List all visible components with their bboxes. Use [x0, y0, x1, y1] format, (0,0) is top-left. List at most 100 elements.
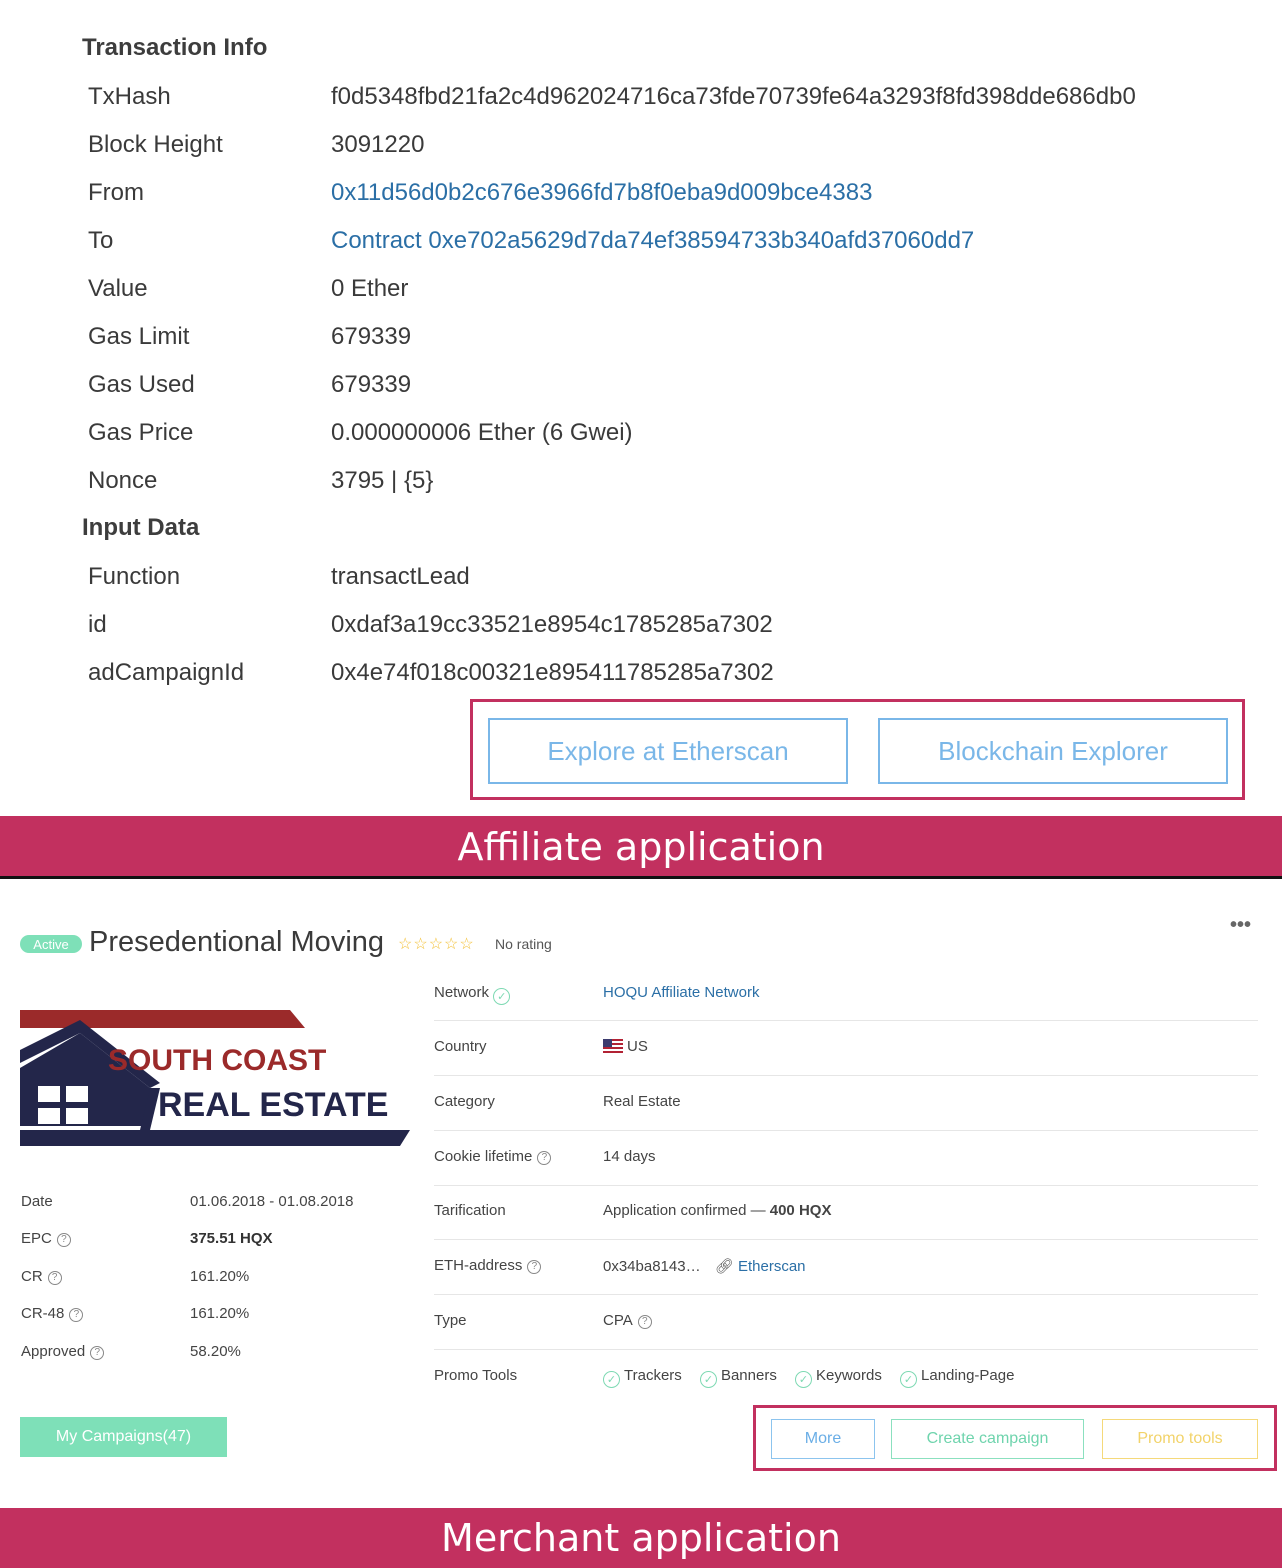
- cookie-value: 14 days: [603, 1148, 656, 1165]
- promo-tool-keywords: ✓ Keywords: [795, 1367, 882, 1388]
- etherscan-link[interactable]: Etherscan: [738, 1258, 806, 1275]
- category-value: Real Estate: [603, 1093, 681, 1110]
- input-row-id: id 0xdaf3a19cc33521e8954c1785285a7302: [0, 611, 1282, 659]
- merchant-application-banner: Merchant application: [0, 1508, 1282, 1568]
- check-icon: ✓: [699, 1371, 717, 1388]
- us-flag-icon: [603, 1039, 623, 1053]
- tx-label: Nonce: [88, 467, 158, 494]
- tx-value: 0 Ether: [331, 275, 409, 302]
- verified-check-icon: ✓: [493, 988, 511, 1005]
- create-campaign-button[interactable]: Create campaign: [891, 1419, 1084, 1459]
- tx-value: 0xdaf3a19cc33521e8954c1785285a7302: [331, 611, 773, 638]
- tx-value: 0.000000006 Ether (6 Gwei): [331, 419, 633, 446]
- help-icon[interactable]: ?: [56, 1232, 71, 1247]
- prop-row-eth-address: ETH-address? 0x34ba8143… 🔗︎ Etherscan: [434, 1257, 1258, 1295]
- eth-address-value: 0x34ba8143…: [603, 1258, 701, 1275]
- tx-label: From: [88, 179, 144, 206]
- tx-row-block-height: Block Height 3091220: [0, 131, 1282, 179]
- prop-label: Promo Tools: [434, 1367, 518, 1384]
- check-icon: ✓: [603, 1371, 620, 1388]
- rating-text: No rating: [495, 936, 552, 952]
- help-icon[interactable]: ?: [637, 1314, 652, 1329]
- network-link[interactable]: HOQU Affiliate Network: [603, 984, 759, 1001]
- tx-label: Gas Limit: [88, 323, 190, 350]
- stat-label: CR: [21, 1268, 43, 1285]
- tx-label: To: [88, 227, 114, 254]
- affiliate-application-banner: Affiliate application: [0, 816, 1282, 878]
- tarif-text: Application confirmed —: [603, 1202, 770, 1219]
- explorer-buttons-highlight: Explore at Etherscan Blockchain Explorer: [470, 699, 1245, 800]
- stat-value: 161.20%: [190, 1268, 250, 1285]
- prop-label: ETH-address: [434, 1257, 523, 1274]
- stat-row-epc: EPC? 375.51 HQX: [0, 1230, 420, 1254]
- input-data-heading: Input Data: [82, 514, 200, 541]
- status-badge: Active: [20, 935, 82, 953]
- country-value: US: [627, 1038, 648, 1055]
- promo-tool-trackers: ✓ Trackers: [603, 1367, 682, 1388]
- company-logo: SOUTH COAST REAL ESTATE: [20, 1008, 410, 1148]
- stat-row-approved: Approved? 58.20%: [0, 1343, 420, 1367]
- logo-line1: SOUTH COAST: [108, 1044, 326, 1077]
- prop-label: Type: [434, 1312, 467, 1329]
- input-row-function: Function transactLead: [0, 563, 1282, 611]
- tx-value: 679339: [331, 323, 412, 350]
- prop-row-tarification: Tarification Application confirmed — 400…: [434, 1202, 1258, 1240]
- section-divider: [0, 876, 1282, 879]
- prop-row-cookie: Cookie lifetime? 14 days: [434, 1148, 1258, 1186]
- link-icon: 🔗︎: [714, 1258, 734, 1275]
- stat-row-cr48: CR-48? 161.20%: [0, 1305, 420, 1329]
- blockchain-explorer-button[interactable]: Blockchain Explorer: [878, 718, 1228, 784]
- more-menu-icon[interactable]: •••: [1230, 914, 1251, 937]
- promo-tools-button[interactable]: Promo tools: [1102, 1419, 1258, 1459]
- to-contract-link[interactable]: Contract 0xe702a5629d7da74ef38594733b340…: [331, 227, 974, 255]
- tx-label: Gas Price: [88, 419, 194, 446]
- help-icon[interactable]: ?: [537, 1150, 552, 1165]
- help-icon[interactable]: ?: [47, 1270, 62, 1285]
- prop-label: Tarification: [434, 1202, 506, 1219]
- tx-label: id: [88, 611, 107, 638]
- help-icon[interactable]: ?: [90, 1345, 105, 1360]
- from-address-link[interactable]: 0x11d56d0b2c676e3966fd7b8f0eba9d009bce43…: [331, 179, 872, 207]
- prop-row-network: Network ✓ HOQU Affiliate Network: [434, 984, 1258, 1021]
- stat-label: Approved: [21, 1343, 86, 1360]
- merchant-buttons-highlight: More Create campaign Promo tools: [753, 1405, 1277, 1471]
- house-logo-icon: SOUTH COAST REAL ESTATE: [20, 1010, 410, 1146]
- tx-label: Block Height: [88, 131, 223, 158]
- promo-tool-banners: ✓ Banners: [699, 1367, 777, 1388]
- prop-row-category: Category Real Estate: [434, 1093, 1258, 1131]
- tx-row-gas-limit: Gas Limit 679339: [0, 323, 1282, 371]
- stat-label: CR-48: [21, 1305, 65, 1322]
- my-campaigns-button[interactable]: My Campaigns(47): [20, 1417, 227, 1457]
- tx-value: 3091220: [331, 131, 425, 158]
- tx-value: 679339: [331, 371, 412, 398]
- tx-label: adCampaignId: [88, 659, 245, 686]
- tx-row-gas-price: Gas Price 0.000000006 Ether (6 Gwei): [0, 419, 1282, 467]
- offer-title: Presedentional Moving: [89, 926, 385, 958]
- stat-value: 01.06.2018 - 01.08.2018: [190, 1193, 354, 1210]
- transaction-info-heading: Transaction Info: [82, 34, 268, 61]
- stat-label: Date: [21, 1193, 53, 1210]
- help-icon[interactable]: ?: [69, 1307, 84, 1322]
- stat-row-date: Date 01.06.2018 - 01.08.2018: [0, 1193, 420, 1217]
- logo-line2: REAL ESTATE: [158, 1086, 388, 1124]
- help-icon[interactable]: ?: [527, 1259, 542, 1274]
- prop-label: Cookie lifetime: [434, 1148, 533, 1165]
- tx-row-from: From 0x11d56d0b2c676e3966fd7b8f0eba9d009…: [0, 179, 1282, 227]
- prop-label: Network: [434, 984, 490, 1001]
- type-value: CPA: [603, 1312, 633, 1329]
- tx-row-value: Value 0 Ether: [0, 275, 1282, 323]
- tx-row-to: To Contract 0xe702a5629d7da74ef38594733b…: [0, 227, 1282, 275]
- explore-etherscan-button[interactable]: Explore at Etherscan: [488, 718, 848, 784]
- tx-row-nonce: Nonce 3795 | {5}: [0, 467, 1282, 515]
- prop-label: Country: [434, 1038, 487, 1055]
- prop-row-promo-tools: Promo Tools ✓ Trackers ✓ Banners ✓ Keywords…: [434, 1367, 1258, 1397]
- more-button[interactable]: More: [771, 1419, 875, 1459]
- stat-value: 375.51 HQX: [190, 1230, 273, 1247]
- tx-value: f0d5348fbd21fa2c4d962024716ca73fde70739f…: [331, 83, 1136, 110]
- stat-row-cr: CR? 161.20%: [0, 1268, 420, 1292]
- prop-row-type: Type CPA?: [434, 1312, 1258, 1350]
- prop-label: Category: [434, 1093, 495, 1110]
- stat-value: 161.20%: [190, 1305, 250, 1322]
- tx-value: transactLead: [331, 563, 470, 590]
- promo-tool-landing-page: ✓ Landing-Page: [900, 1367, 1014, 1388]
